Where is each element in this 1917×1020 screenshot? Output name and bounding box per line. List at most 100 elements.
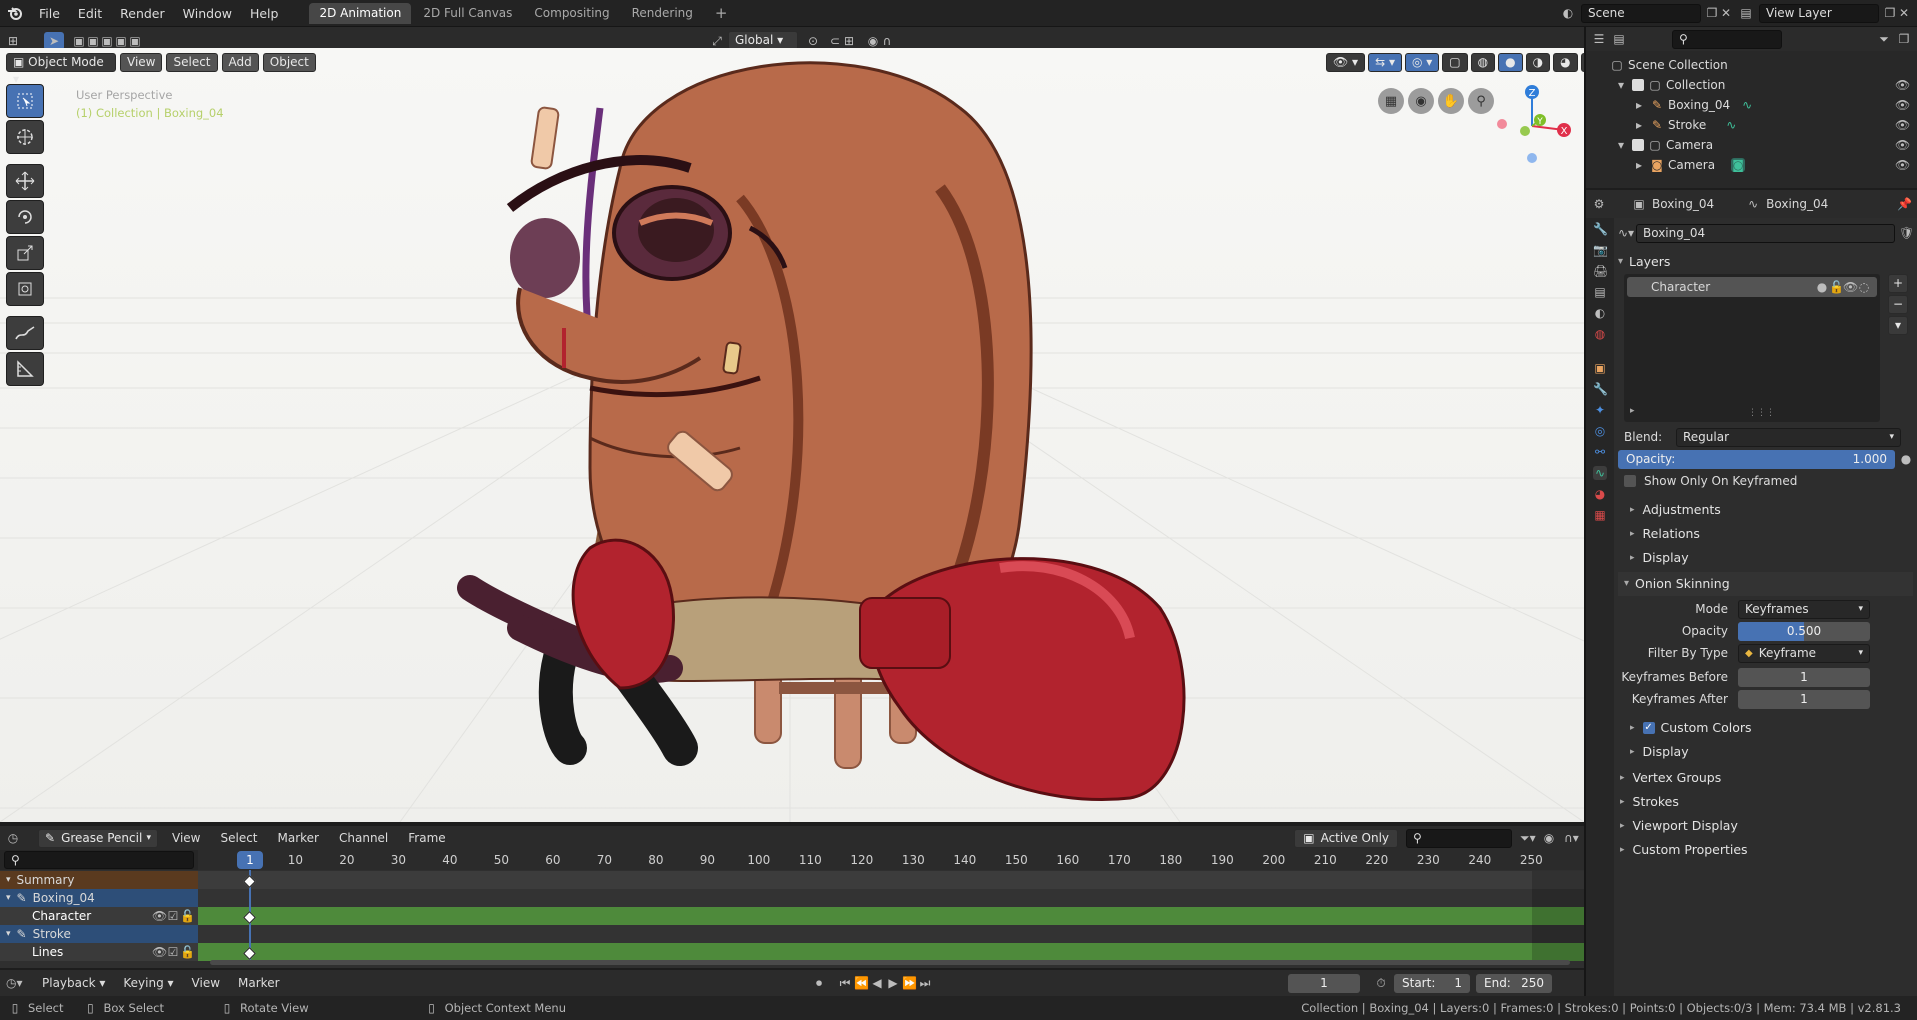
dopesheet-menu-select[interactable]: Select	[214, 826, 263, 850]
overlay-icon[interactable]: ◎ ▾	[1404, 53, 1440, 72]
editor-type-icon[interactable]: ⊞	[6, 34, 20, 48]
new-view-layer-icon[interactable]: ❐	[1883, 6, 1897, 20]
outliner-row-collection[interactable]: ▾ ▢ Collection 👁	[1586, 75, 1917, 95]
channel-character[interactable]: Character 👁 ☑ 🔓	[0, 907, 198, 925]
filter-icon[interactable]: ⏷▾	[1520, 831, 1536, 845]
channel-checkbox-icon[interactable]: ☑	[166, 909, 180, 923]
workspace-tab-2d-full-canvas[interactable]: 2D Full Canvas	[413, 3, 522, 24]
playback-menu[interactable]: Playback ▾	[36, 970, 111, 996]
timeline-marker-menu[interactable]: Marker	[232, 970, 285, 996]
viewport-menu-select[interactable]: Select	[166, 53, 218, 72]
axis-navigation-gizmo[interactable]: Z X Y	[1490, 78, 1574, 168]
view-layer-field[interactable]: View Layer	[1759, 3, 1879, 23]
menu-help[interactable]: Help	[241, 0, 288, 27]
xray-icon[interactable]: ▢	[1442, 53, 1468, 72]
annotate-tool-icon[interactable]	[6, 316, 44, 350]
onion-skin-icon[interactable]: ◌	[1857, 280, 1871, 294]
channel-summary[interactable]: ▾ Summary	[0, 871, 198, 889]
rotate-tool-icon[interactable]	[6, 200, 44, 234]
expand-icon[interactable]: ▸	[1632, 118, 1646, 132]
channel-lock-icon[interactable]: 🔓	[180, 909, 195, 923]
cursor-tool-icon[interactable]	[6, 120, 44, 154]
viewport-menu-add[interactable]: Add	[221, 53, 259, 72]
pivot-icon[interactable]: ⊙	[806, 34, 820, 48]
transform-tool-icon[interactable]	[6, 272, 44, 306]
channel-lines[interactable]: Lines 👁 ☑ 🔓	[0, 943, 198, 961]
onion-skinning-panel-header[interactable]: ▾ Onion Skinning	[1618, 572, 1913, 596]
outliner-row-scene-collection[interactable]: ▢ Scene Collection	[1586, 55, 1917, 75]
channel-visibility-eye-icon[interactable]: 👁	[152, 945, 167, 959]
play-icon[interactable]: ▶	[886, 976, 900, 990]
falloff-icon[interactable]: ∩	[880, 34, 894, 48]
new-collection-icon[interactable]: ❐	[1897, 32, 1911, 46]
move-tool-icon[interactable]	[6, 164, 44, 198]
active-only-toggle[interactable]: ▣ Active Only	[1294, 828, 1398, 848]
onion-mode-dropdown[interactable]: Keyframes ▾	[1738, 599, 1870, 619]
proportional-edit-icon[interactable]: ◉	[866, 34, 880, 48]
filter-icon[interactable]: ⏷	[1877, 32, 1891, 46]
outliner-search-input[interactable]: ⚲	[1672, 29, 1782, 49]
physics-tab-icon[interactable]: ◎	[1593, 424, 1607, 438]
camera-data-icon[interactable]: ◙	[1731, 158, 1746, 172]
outliner-row-stroke[interactable]: ▸ ✎ Stroke ∿ 👁	[1586, 115, 1917, 135]
select-extend-icon[interactable]: ▣	[86, 34, 100, 48]
dopesheet-editor-icon[interactable]: ◷	[6, 831, 20, 845]
3d-viewport[interactable]: User Perspective (1) Collection | Boxing…	[0, 48, 1584, 822]
view-layer-tab-icon[interactable]: ▤	[1593, 285, 1607, 299]
layer-specials-button[interactable]: ▾	[1888, 316, 1908, 335]
dopesheet-menu-channel[interactable]: Channel	[333, 826, 394, 850]
list-resize-handle-icon[interactable]: ⋮⋮⋮	[1748, 408, 1775, 418]
keying-menu[interactable]: Keying ▾	[117, 970, 179, 996]
keyframes-before-field[interactable]: 1	[1738, 667, 1870, 687]
preview-range-icon[interactable]: ⏱	[1374, 976, 1388, 990]
material-shading-icon[interactable]: ◑	[1525, 53, 1551, 72]
visibility-eye-icon[interactable]: 👁	[1895, 118, 1910, 132]
texture-tab-icon[interactable]: ▦	[1593, 508, 1607, 522]
select-intersect-icon[interactable]: ▣	[128, 34, 142, 48]
jump-next-keyframe-icon[interactable]: ⏩	[902, 976, 917, 990]
visibility-eye-icon[interactable]: 👁	[1895, 158, 1910, 172]
channel-checkbox-icon[interactable]: ☑	[166, 945, 180, 959]
select-tool-icon[interactable]: ➤	[44, 31, 64, 50]
subpanel-onion-display[interactable]: ▸ Display	[1618, 740, 1913, 764]
expand-icon[interactable]: ▾	[1614, 138, 1628, 152]
dopesheet-menu-view[interactable]: View	[166, 826, 206, 850]
menu-window[interactable]: Window	[174, 0, 241, 27]
expand-icon[interactable]: ▸	[1632, 158, 1646, 172]
end-frame-field[interactable]: End: 250	[1476, 973, 1552, 993]
keyframe-dot-icon[interactable]: ●	[1899, 452, 1913, 466]
datablock-name-field[interactable]: Boxing_04	[1636, 223, 1895, 243]
layer-list[interactable]: Character ● 🔓 👁 ◌ ▸ ⋮⋮⋮	[1624, 274, 1880, 422]
subpanel-custom-colors[interactable]: ▸ ✓ Custom Colors	[1618, 716, 1913, 740]
remove-layer-button[interactable]: −	[1888, 295, 1908, 314]
render-tab-icon[interactable]: 📷	[1593, 243, 1608, 257]
timeline-view-menu[interactable]: View	[186, 970, 226, 996]
output-tab-icon[interactable]: 🖨	[1593, 264, 1608, 278]
effects-tab-icon[interactable]: ✦	[1593, 403, 1607, 417]
delete-view-layer-icon[interactable]: ✕	[1897, 6, 1911, 20]
modifiers-tab-icon[interactable]: 🔧	[1593, 382, 1608, 396]
pan-view-icon[interactable]: ✋	[1438, 88, 1464, 114]
viewport-menu-object[interactable]: Object	[262, 53, 316, 72]
timeline-editor-icon[interactable]: ◷▾	[6, 976, 23, 990]
tool-tab-icon[interactable]: 🔧	[1593, 222, 1608, 236]
add-workspace-button[interactable]: +	[705, 3, 738, 24]
horizontal-scrollbar[interactable]	[210, 960, 1570, 965]
layers-panel-header[interactable]: ▾ Layers	[1618, 250, 1913, 274]
transform-orientation-icon[interactable]: ⤢	[710, 34, 724, 48]
jump-start-icon[interactable]: ⏮	[838, 976, 852, 990]
material-tab-icon[interactable]: ◕	[1593, 487, 1607, 501]
layer-item-character[interactable]: Character ● 🔓 👁 ◌	[1627, 277, 1877, 297]
camera-view-icon[interactable]: ◉	[1408, 88, 1434, 114]
subpanel-adjustments[interactable]: ▸ Adjustments	[1618, 498, 1913, 522]
channel-visibility-eye-icon[interactable]: 👁	[152, 909, 167, 923]
outliner-editor-icon[interactable]: ☰	[1592, 32, 1606, 46]
expand-icon[interactable]: ▸	[1632, 98, 1646, 112]
record-icon[interactable]: ⏺	[812, 976, 826, 990]
add-layer-button[interactable]: +	[1888, 274, 1908, 293]
object-tab-icon[interactable]: ▣	[1593, 361, 1607, 375]
menu-file[interactable]: File	[30, 0, 69, 27]
checkbox[interactable]	[1624, 475, 1636, 487]
channel-stroke[interactable]: ▾ ✎ Stroke	[0, 925, 198, 943]
dopesheet-mode-dropdown[interactable]: ✎ Grease Pencil ▾	[38, 828, 158, 848]
